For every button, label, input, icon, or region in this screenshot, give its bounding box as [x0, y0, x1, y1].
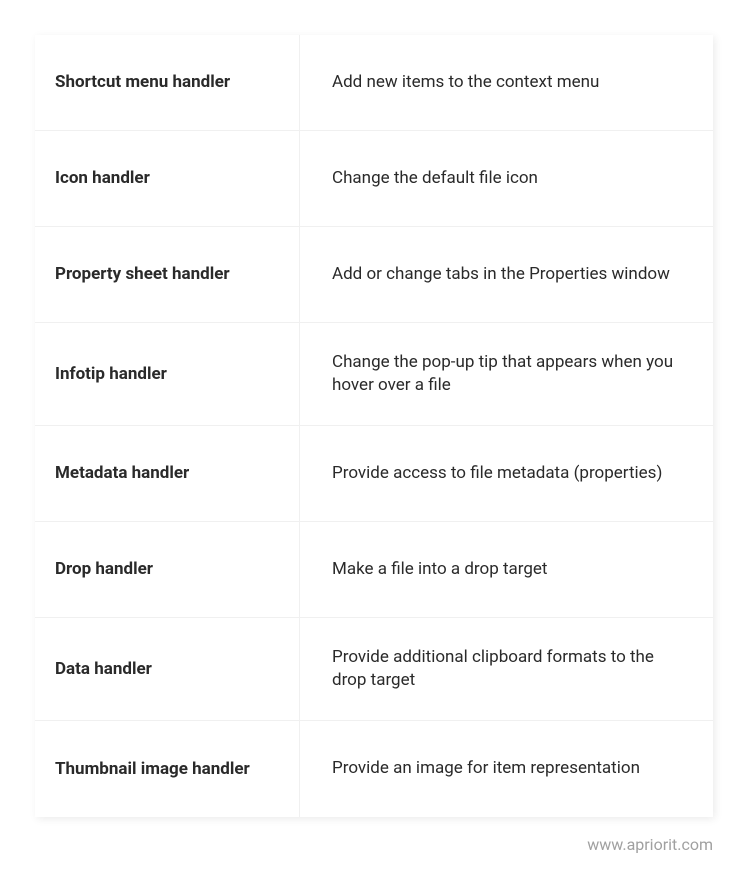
handler-desc-cell: Provide access to file metadata (propert… — [300, 426, 713, 521]
handler-description: Add new items to the context menu — [332, 71, 599, 94]
handler-name-cell: Metadata handler — [35, 426, 300, 521]
handler-name: Data handler — [55, 658, 152, 680]
table-row: Metadata handler Provide access to file … — [35, 426, 713, 522]
handler-desc-cell: Add new items to the context menu — [300, 35, 713, 130]
handler-desc-cell: Add or change tabs in the Properties win… — [300, 227, 713, 322]
handler-description: Make a file into a drop target — [332, 558, 548, 581]
handler-desc-cell: Provide an image for item representation — [300, 721, 713, 817]
handler-name: Infotip handler — [55, 363, 167, 385]
table-row: Infotip handler Change the pop-up tip th… — [35, 323, 713, 426]
handler-desc-cell: Change the pop-up tip that appears when … — [300, 323, 713, 425]
handler-name: Shortcut menu handler — [55, 71, 230, 93]
handler-name-cell: Drop handler — [35, 522, 300, 617]
handler-name: Drop handler — [55, 558, 153, 580]
handler-description: Change the pop-up tip that appears when … — [332, 351, 681, 397]
handler-description: Provide additional clipboard formats to … — [332, 646, 681, 692]
handler-name-cell: Icon handler — [35, 131, 300, 226]
table-row: Data handler Provide additional clipboar… — [35, 618, 713, 721]
handler-name-cell: Thumbnail image handler — [35, 721, 300, 817]
handler-desc-cell: Provide additional clipboard formats to … — [300, 618, 713, 720]
source-url: www.apriorit.com — [587, 835, 713, 854]
handler-description: Change the default file icon — [332, 167, 538, 190]
handler-desc-cell: Make a file into a drop target — [300, 522, 713, 617]
handler-name-cell: Shortcut menu handler — [35, 35, 300, 130]
table-row: Drop handler Make a file into a drop tar… — [35, 522, 713, 618]
handler-description: Provide an image for item representation — [332, 757, 640, 780]
handler-description: Provide access to file metadata (propert… — [332, 462, 662, 485]
handler-name: Thumbnail image handler — [55, 758, 250, 780]
handler-description: Add or change tabs in the Properties win… — [332, 263, 670, 286]
footer-source: www.apriorit.com — [35, 817, 713, 854]
table-row: Thumbnail image handler Provide an image… — [35, 721, 713, 817]
handler-desc-cell: Change the default file icon — [300, 131, 713, 226]
handler-name: Icon handler — [55, 167, 150, 189]
handlers-table: Shortcut menu handler Add new items to t… — [35, 35, 713, 817]
handler-name-cell: Infotip handler — [35, 323, 300, 425]
handler-name: Metadata handler — [55, 462, 189, 484]
handler-name-cell: Data handler — [35, 618, 300, 720]
handler-name: Property sheet handler — [55, 263, 230, 285]
table-row: Icon handler Change the default file ico… — [35, 131, 713, 227]
handler-name-cell: Property sheet handler — [35, 227, 300, 322]
table-row: Shortcut menu handler Add new items to t… — [35, 35, 713, 131]
table-row: Property sheet handler Add or change tab… — [35, 227, 713, 323]
